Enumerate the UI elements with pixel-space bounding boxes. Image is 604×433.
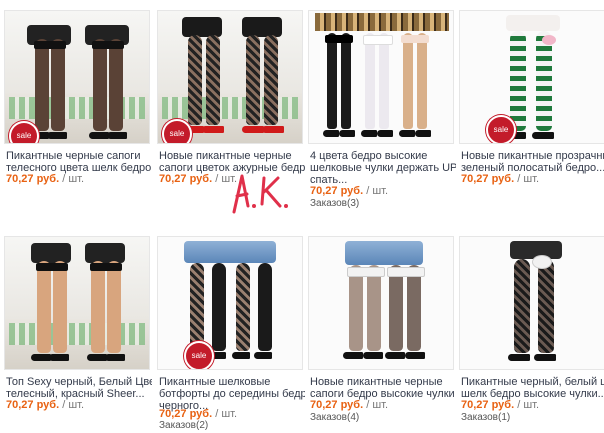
product-card[interactable]: sale Пикантные шелковые ботфорты до сере…	[157, 236, 305, 433]
product-image[interactable]	[308, 10, 454, 144]
price-amount: 70,27 руб.	[310, 399, 364, 411]
product-title-line: Пикантные черные сапоги	[6, 150, 141, 162]
orders-count: Заказов(1)	[461, 412, 511, 423]
product-title-line: Новые пикантные прозрачные	[461, 150, 604, 162]
price-unit: / шт.	[366, 185, 389, 197]
product-title-line: Пикантные черный, белый цвет	[461, 376, 604, 388]
product-title[interactable]: 4 цвета бедро высокие шелковые чулки дер…	[310, 150, 456, 186]
sale-badge: sale	[486, 115, 516, 143]
product-title-line: Новые пикантные черные	[159, 150, 292, 162]
price-unit: / шт.	[517, 399, 540, 411]
product-price: 70,27 руб. / шт.	[461, 399, 539, 411]
product-title-line: ботфорты до середины бедра	[159, 388, 305, 400]
price-amount: 70,27 руб.	[6, 173, 60, 185]
product-image[interactable]	[308, 236, 454, 370]
product-title-line: 4 цвета бедро высокие	[310, 150, 428, 162]
product-price: 70,27 руб. / шт.	[6, 173, 84, 185]
product-card[interactable]: Пикантные черный, белый цвет шелк бедро …	[459, 236, 604, 433]
product-price: 70,27 руб. / шт.	[461, 173, 539, 185]
product-title[interactable]: Пикантные шелковые ботфорты до середины …	[159, 376, 305, 412]
product-price: 70,27 руб. / шт.	[159, 408, 237, 420]
product-price: 70,27 руб. / шт.	[6, 399, 84, 411]
product-card[interactable]: 4 цвета бедро высокие шелковые чулки дер…	[308, 10, 456, 210]
price-amount: 70,27 руб.	[310, 185, 364, 197]
product-title[interactable]: Топ Sexy черный, Белый Цвет телесный, кр…	[6, 376, 152, 400]
product-card[interactable]: sale Новые пикантные прозрачные зеленый …	[459, 10, 604, 210]
product-title-line: Новые пикантные черные	[310, 376, 443, 388]
product-title-line: шелковые чулки держать UPS	[310, 162, 456, 174]
product-grid: sale Пикантные черные сапоги телесного ц…	[0, 0, 604, 433]
product-image[interactable]: sale	[4, 10, 150, 144]
product-title[interactable]: Пикантные черный, белый цвет шелк бедро …	[461, 376, 604, 400]
price-unit: / шт.	[62, 173, 85, 185]
product-price: 70,27 руб. / шт.	[159, 173, 237, 185]
product-card[interactable]: Топ Sexy черный, Белый Цвет телесный, кр…	[4, 236, 152, 433]
orders-count: Заказов(2)	[159, 420, 209, 431]
product-card[interactable]: Новые пикантные черные сапоги бедро высо…	[308, 236, 456, 433]
sale-badge: sale	[184, 341, 214, 369]
price-unit: / шт.	[215, 408, 238, 420]
price-amount: 70,27 руб.	[159, 408, 213, 420]
price-amount: 70,27 руб.	[461, 173, 515, 185]
product-card[interactable]: sale Пикантные черные сапоги телесного ц…	[4, 10, 152, 210]
product-image[interactable]: sale	[459, 10, 604, 144]
product-image[interactable]	[4, 236, 150, 370]
handwritten-annotation	[232, 174, 288, 214]
orders-count: Заказов(4)	[310, 412, 360, 423]
product-title[interactable]: Пикантные черные сапоги телесного цвета …	[6, 150, 152, 174]
orders-count: Заказов(3)	[310, 198, 360, 209]
price-unit: / шт.	[62, 399, 85, 411]
price-unit: / шт.	[517, 173, 540, 185]
product-image[interactable]: sale	[157, 236, 303, 370]
product-price: 70,27 руб. / шт.	[310, 185, 388, 197]
product-image[interactable]: sale	[157, 10, 303, 144]
product-title[interactable]: Новые пикантные прозрачные зеленый полос…	[461, 150, 604, 174]
price-amount: 70,27 руб.	[6, 399, 60, 411]
product-image[interactable]	[459, 236, 604, 370]
price-amount: 70,27 руб.	[461, 399, 515, 411]
sale-badge: sale	[162, 119, 192, 143]
product-price: 70,27 руб. / шт.	[310, 399, 388, 411]
sale-badge: sale	[9, 121, 39, 143]
product-title[interactable]: Новые пикантные черные сапоги бедро высо…	[310, 376, 456, 400]
product-title-line: Топ Sexy черный, Белый Цвет	[6, 376, 152, 388]
product-title-line: Пикантные шелковые	[159, 376, 271, 388]
price-amount: 70,27 руб.	[159, 173, 213, 185]
price-unit: / шт.	[366, 399, 389, 411]
